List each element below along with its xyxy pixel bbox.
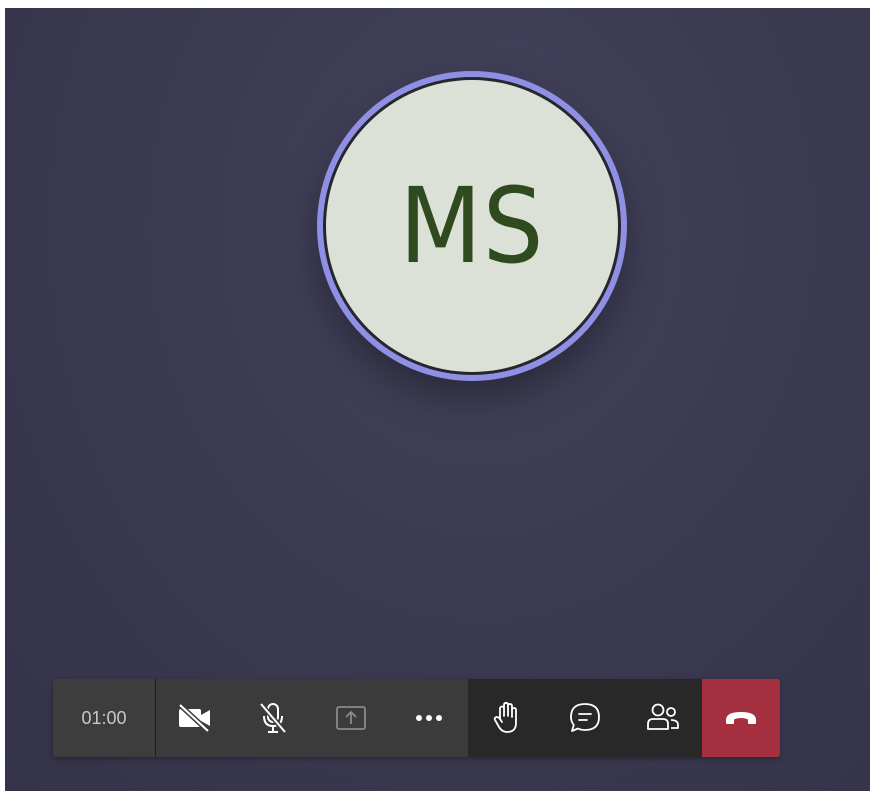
call-toolbar: 01:00 <box>53 679 780 757</box>
raise-hand-button[interactable] <box>468 679 546 757</box>
share-screen-button[interactable] <box>312 679 390 757</box>
meeting-controls <box>468 679 702 757</box>
microphone-toggle-button[interactable] <box>234 679 312 757</box>
hang-up-icon <box>726 712 756 724</box>
avatar-border: MS <box>323 77 621 375</box>
more-options-icon <box>416 715 442 721</box>
camera-toggle-button[interactable] <box>156 679 234 757</box>
participants-button[interactable] <box>624 679 702 757</box>
share-screen-icon <box>336 706 366 730</box>
more-options-button[interactable] <box>390 679 468 757</box>
avatar-initials: MS <box>399 165 545 287</box>
chat-button[interactable] <box>546 679 624 757</box>
participants-icon <box>647 703 679 730</box>
call-timer: 01:00 <box>53 679 156 757</box>
media-controls <box>156 679 468 757</box>
participant-avatar: MS <box>317 71 627 381</box>
avatar-face: MS <box>326 80 618 372</box>
mic-off-icon <box>259 702 287 734</box>
raise-hand-icon <box>493 701 517 733</box>
camera-off-icon <box>178 703 210 733</box>
chat-icon <box>570 703 600 732</box>
call-stage: MS 01:00 <box>5 8 870 791</box>
hang-up-button[interactable] <box>702 679 780 757</box>
